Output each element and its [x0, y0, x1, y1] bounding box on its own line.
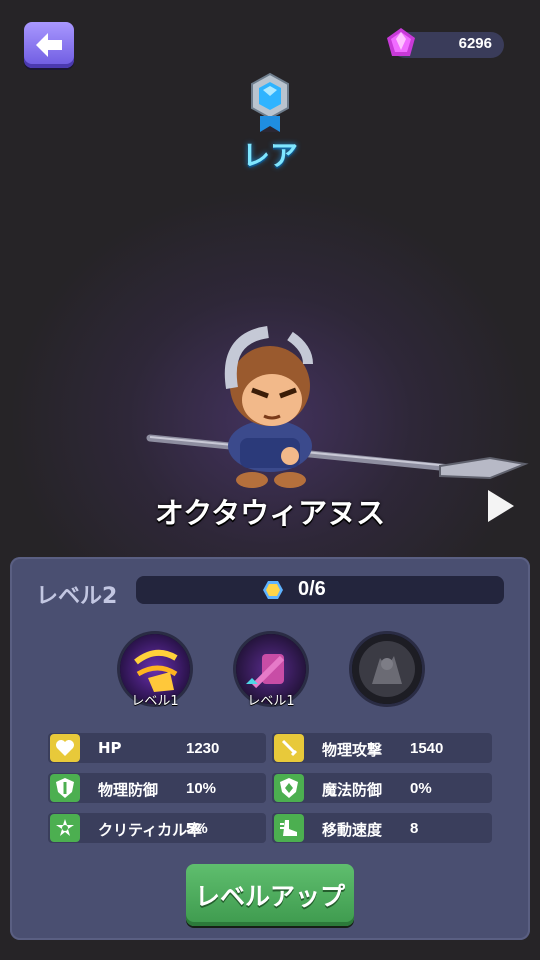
rarity-crystal-icon: [251, 72, 289, 132]
boot-speed-icon: [274, 814, 304, 842]
back-arrow-icon: [36, 33, 62, 57]
magic-defense-shield-icon: [274, 774, 304, 802]
stat-name: 物理防御: [98, 781, 159, 799]
critical-icon: [50, 814, 80, 842]
stat-value: 0%: [410, 780, 432, 797]
skill-2-level: レベル1: [247, 694, 295, 709]
next-hero-arrow-icon[interactable]: [488, 490, 514, 522]
stat-movement-speed: 移動速度 8: [272, 813, 492, 843]
stat-value: 1540: [410, 740, 444, 757]
rarity-label: レア: [241, 139, 298, 172]
level-up-button[interactable]: レベルアップ: [186, 864, 354, 926]
stat-value: 8: [410, 820, 419, 837]
skill-1-level: レベル1: [131, 694, 179, 709]
locked-skill-icon: [352, 634, 422, 704]
hero-name: オクタウィアヌス: [154, 496, 386, 530]
gem-icon: [387, 28, 415, 56]
stat-name: 魔法防御: [322, 781, 383, 799]
gem-count: 6296: [458, 35, 492, 52]
physical-defense-shield-icon: [50, 774, 80, 802]
stat-hp: HP 1230: [48, 733, 266, 763]
stat-name: 物理攻撃: [322, 741, 383, 759]
stat-value: 10%: [186, 780, 217, 797]
heart-icon: [50, 734, 80, 762]
stat-critical-rate: クリティカル率 5%: [48, 813, 266, 843]
sword-icon: [274, 734, 304, 762]
hero-level-label: レベル2: [36, 584, 118, 609]
stat-name: 移動速度: [322, 821, 383, 839]
stat-physical-defense: 物理防御 10%: [48, 773, 266, 803]
hero-token-icon: [263, 581, 283, 599]
xp-progress-text: 0/6: [298, 578, 326, 600]
stat-physical-attack: 物理攻撃 1540: [272, 733, 492, 763]
stat-value: 5%: [186, 820, 208, 837]
stat-magic-defense: 魔法防御 0%: [272, 773, 492, 803]
stat-name: HP: [98, 739, 122, 757]
skill-slot-3-locked[interactable]: [352, 634, 422, 704]
hero-character-sprite[interactable]: [140, 318, 530, 498]
back-button[interactable]: [24, 22, 74, 68]
stat-value: 1230: [186, 740, 220, 757]
